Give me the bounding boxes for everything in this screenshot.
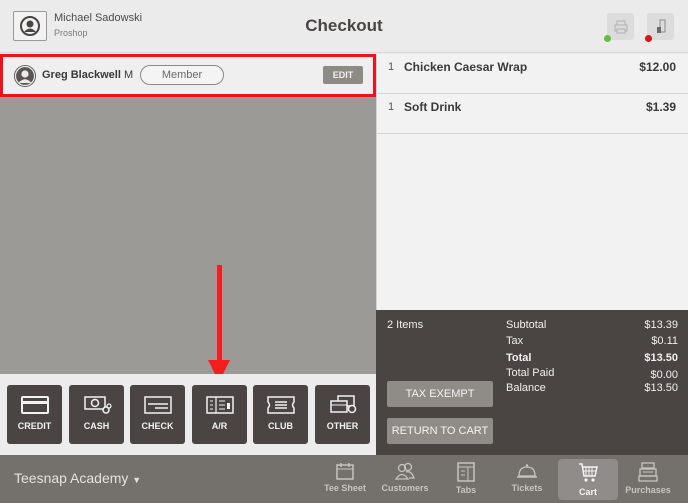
pay-check-label: CHECK: [141, 421, 174, 431]
accounts-receivable-icon: [205, 396, 234, 414]
nav-cart[interactable]: Cart: [558, 459, 618, 500]
calendar-icon: [336, 463, 354, 480]
bottom-nav: Teesnap Academy ▼ Tee Sheet Customers Ta…: [0, 455, 688, 503]
customers-icon: [394, 462, 415, 480]
pay-credit-label: CREDIT: [17, 421, 52, 431]
nav-tickets[interactable]: Tickets: [497, 455, 557, 503]
credit-card-icon: [20, 396, 49, 414]
printer-status-dot: [604, 35, 611, 42]
customer-bar[interactable]: Greg Blackwell M Member EDIT: [0, 54, 376, 97]
pay-other-button[interactable]: OTHER: [315, 385, 370, 444]
tax-exempt-button[interactable]: TAX EXEMPT: [387, 381, 493, 407]
edit-customer-button[interactable]: EDIT: [323, 66, 363, 84]
pay-other-label: OTHER: [326, 421, 359, 431]
caret-down-icon: ▼: [132, 475, 142, 485]
nav-customers[interactable]: Customers: [375, 455, 435, 503]
customer-avatar-icon: [14, 65, 36, 87]
nav-purchases[interactable]: Purchases: [618, 455, 678, 503]
pay-ar-label: A/R: [211, 421, 228, 431]
return-to-cart-button[interactable]: RETURN TO CART: [387, 418, 493, 444]
payment-area: [0, 54, 376, 374]
cash-register-icon: [638, 462, 658, 482]
order-summary: 2 Items Subtotal $13.39 Tax $0.11 Total $13…: [376, 310, 688, 455]
cart-item-name: Chicken Caesar Wrap: [404, 60, 528, 74]
pay-credit-button[interactable]: CREDIT: [7, 385, 62, 444]
tax-row: Tax $0.11: [506, 335, 678, 347]
pay-club-label: CLUB: [268, 421, 293, 431]
printer-button[interactable]: [607, 13, 634, 40]
cash-icon: [83, 396, 112, 414]
total-paid-row: Total Paid $0.00: [506, 367, 678, 381]
pay-cash-label: CASH: [83, 421, 110, 431]
nav-tabs[interactable]: Tabs: [436, 455, 496, 503]
club-ticket-icon: [266, 396, 295, 414]
printer-icon: [614, 20, 627, 33]
cart-list: 1 Chicken Caesar Wrap $12.00 1 Soft Drin…: [376, 54, 688, 310]
balance-row: Balance $13.50: [506, 382, 678, 394]
tabs-icon: [457, 462, 475, 482]
drawer-status-dot: [645, 35, 652, 42]
page-title: Checkout: [305, 16, 383, 35]
service-bell-icon: [517, 464, 537, 478]
nav-tee-sheet[interactable]: Tee Sheet: [315, 455, 375, 503]
cart-item-price: $12.00: [639, 60, 676, 74]
cart-icon: [579, 463, 598, 482]
payment-methods: CREDIT CASH CHECK A/R CLUB OTHER: [0, 374, 376, 455]
cart-item-qty: 1: [388, 101, 395, 113]
items-count: 2 Items: [387, 319, 424, 331]
cart-item-price: $1.39: [645, 100, 676, 114]
annotation-arrow-line: [217, 265, 222, 360]
pay-club-button[interactable]: CLUB: [253, 385, 308, 444]
check-icon: [143, 396, 172, 414]
total-row: Total $13.50: [506, 352, 678, 364]
club-selector[interactable]: Teesnap Academy ▼: [14, 470, 141, 486]
customer-initial: M: [123, 69, 134, 81]
cart-item-qty: 1: [388, 61, 395, 73]
cart-item[interactable]: 1 Soft Drink $1.39: [377, 94, 688, 134]
pay-cash-button[interactable]: CASH: [69, 385, 124, 444]
pay-check-button[interactable]: CHECK: [130, 385, 185, 444]
cash-drawer-icon: [656, 19, 665, 33]
header: Michael Sadowski Proshop Checkout: [0, 0, 688, 53]
membership-badge: Member: [140, 65, 224, 85]
subtotal-row: Subtotal $13.39: [506, 319, 678, 331]
cart-item[interactable]: 1 Chicken Caesar Wrap $12.00: [377, 54, 688, 94]
pay-ar-button[interactable]: A/R: [192, 385, 247, 444]
cart-item-name: Soft Drink: [404, 100, 462, 114]
other-payment-icon: [329, 395, 356, 414]
customer-name: Greg Blackwell M: [42, 69, 134, 81]
